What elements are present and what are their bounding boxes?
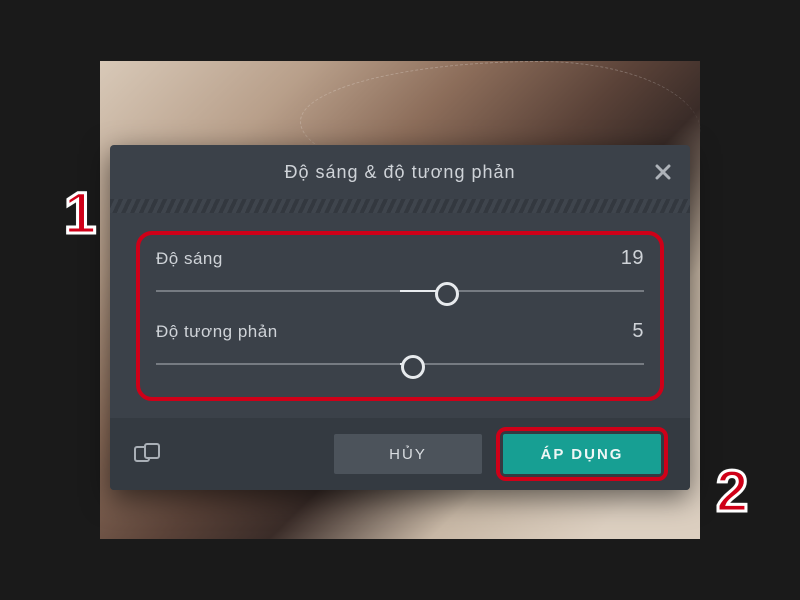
apply-annotated-region: ÁP DỤNG (496, 427, 668, 481)
contrast-value: 5 (632, 320, 644, 343)
apply-button[interactable]: ÁP DỤNG (503, 434, 661, 474)
brightness-slider[interactable] (156, 276, 644, 306)
compare-icon[interactable] (132, 439, 162, 469)
contrast-thumb[interactable] (401, 355, 425, 379)
brightness-label: Độ sáng (156, 249, 223, 269)
cancel-button[interactable]: HỦY (334, 434, 482, 474)
dialog-header: Độ sáng & độ tương phản (110, 145, 690, 199)
contrast-row: Độ tương phản 5 (156, 320, 644, 343)
dialog-separator (110, 199, 690, 213)
brightness-row: Độ sáng 19 (156, 247, 644, 270)
brightness-value: 19 (621, 247, 644, 270)
close-icon[interactable] (650, 159, 676, 185)
annotation-step-1: 1 (64, 180, 96, 247)
brightness-thumb[interactable] (435, 282, 459, 306)
dialog-title: Độ sáng & độ tương phản (285, 162, 516, 183)
contrast-slider[interactable] (156, 349, 644, 379)
contrast-label: Độ tương phản (156, 322, 278, 342)
sliders-annotated-region: Độ sáng 19 Độ tương phản 5 (136, 231, 664, 401)
brightness-contrast-dialog: Độ sáng & độ tương phản Độ sáng 19 (110, 145, 690, 490)
dialog-footer: HỦY ÁP DỤNG (110, 418, 690, 490)
annotation-step-2: 2 (716, 458, 748, 525)
